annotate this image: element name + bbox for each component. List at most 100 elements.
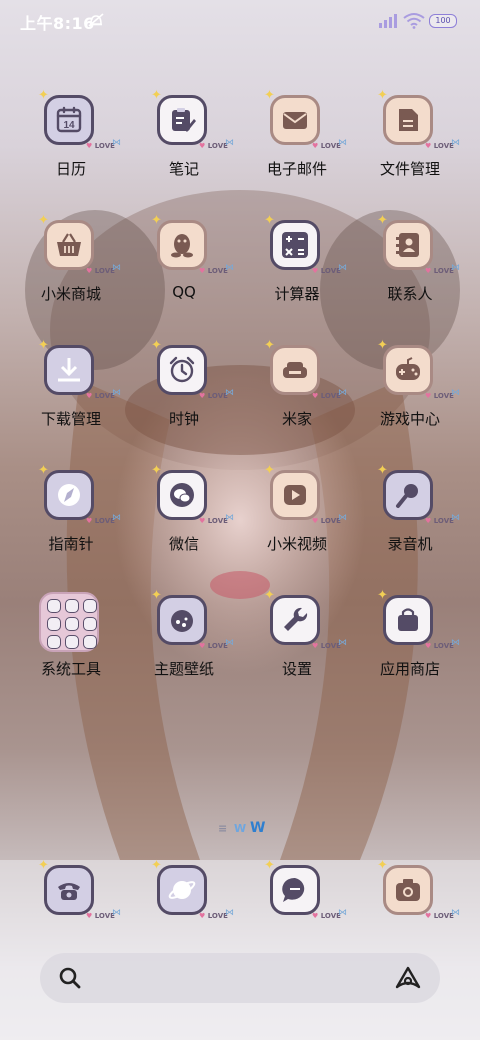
battery-icon: 100 [429, 14, 457, 28]
love-badge: ♥ LOVE [425, 912, 454, 920]
love-badge: ♥ LOVE [199, 392, 228, 400]
app-gamepad[interactable]: ✦ ♥ LOVE ⋈ 游戏中心 [355, 338, 465, 448]
page-indicator-lines: ≡ [218, 822, 228, 835]
love-badge: ♥ LOVE [425, 267, 454, 275]
search-bar[interactable] [40, 953, 440, 1003]
alarm-clock-icon [157, 345, 207, 395]
app-wechat[interactable]: ✦ ♥ LOVE ⋈ 微信 [129, 463, 239, 573]
folder-mini-app [65, 635, 79, 649]
page-indicator[interactable]: ≡ W W [218, 820, 268, 836]
app-label: 录音机 [387, 535, 433, 553]
folder-mini-app [47, 635, 61, 649]
app-label: 应用商店 [379, 660, 440, 678]
bow-icon: ⋈ [451, 513, 460, 523]
app-shopping-basket[interactable]: ✦ ♥ LOVE ⋈ 小米商城 [16, 213, 126, 323]
contacts-icon [383, 220, 433, 270]
calculator-icon [270, 220, 320, 270]
app-microphone[interactable]: ✦ ♥ LOVE ⋈ 录音机 [355, 463, 465, 573]
sparkle-icon: ✦ [38, 858, 49, 873]
sparkle-icon: ✦ [151, 213, 162, 228]
app-calendar[interactable]: 14 ✦ ♥ LOVE ⋈ 日历 [16, 88, 126, 198]
bow-icon: ⋈ [451, 388, 460, 398]
phone-icon [44, 865, 94, 915]
page-indicator-dot: W [234, 822, 247, 835]
browser-planet-icon [157, 865, 207, 915]
bow-icon: ⋈ [338, 513, 347, 523]
microphone-icon [383, 470, 433, 520]
video-play-icon [270, 470, 320, 520]
wrench-icon [270, 595, 320, 645]
love-badge: ♥ LOVE [199, 142, 228, 150]
app-alarm-clock[interactable]: ✦ ♥ LOVE ⋈ 时钟 [129, 338, 239, 448]
app-mail[interactable]: ✦ ♥ LOVE ⋈ 电子邮件 [242, 88, 352, 198]
love-badge: ♥ LOVE [425, 642, 454, 650]
love-badge: ♥ LOVE [86, 392, 115, 400]
bow-icon: ⋈ [112, 263, 121, 273]
sparkle-icon: ✦ [377, 88, 388, 103]
bow-icon: ⋈ [225, 138, 234, 148]
compass-icon [44, 470, 94, 520]
folder-icon [39, 592, 99, 652]
app-contacts[interactable]: ✦ ♥ LOVE ⋈ 联系人 [355, 213, 465, 323]
dock-phone[interactable]: ✦ ♥ LOVE ⋈ [16, 858, 126, 968]
sparkle-icon: ✦ [377, 858, 388, 873]
bow-icon: ⋈ [451, 138, 460, 148]
app-label: 时钟 [168, 410, 199, 428]
app-download[interactable]: ✦ ♥ LOVE ⋈ 下载管理 [16, 338, 126, 448]
assistant-icon[interactable] [394, 965, 422, 991]
camera-icon [383, 865, 433, 915]
love-badge: ♥ LOVE [199, 517, 228, 525]
app-theme[interactable]: ✦ ♥ LOVE ⋈ 主题壁纸 [129, 588, 239, 698]
mail-icon [270, 95, 320, 145]
dock-messages[interactable]: ✦ ♥ LOVE ⋈ [242, 858, 352, 968]
app-label: 电子邮件 [266, 160, 327, 178]
app-label: 下载管理 [40, 410, 101, 428]
app-compass[interactable]: ✦ ♥ LOVE ⋈ 指南针 [16, 463, 126, 573]
bow-icon: ⋈ [112, 388, 121, 398]
sparkle-icon: ✦ [151, 338, 162, 353]
app-video-play[interactable]: ✦ ♥ LOVE ⋈ 小米视频 [242, 463, 352, 573]
app-label: 系统工具 [40, 660, 101, 678]
sparkle-icon: ✦ [264, 588, 275, 603]
bow-icon: ⋈ [338, 908, 347, 918]
bow-icon: ⋈ [225, 263, 234, 273]
bow-icon: ⋈ [112, 908, 121, 918]
app-sofa[interactable]: ✦ ♥ LOVE ⋈ 米家 [242, 338, 352, 448]
app-label: 游戏中心 [379, 410, 440, 428]
love-badge: ♥ LOVE [86, 267, 115, 275]
bow-icon: ⋈ [451, 263, 460, 273]
bow-icon: ⋈ [338, 388, 347, 398]
folder-mini-app [65, 599, 79, 613]
calendar-day: 14 [63, 120, 75, 131]
app-qq-penguin[interactable]: ✦ ♥ LOVE ⋈ QQ [129, 213, 239, 323]
app-wrench[interactable]: ✦ ♥ LOVE ⋈ 设置 [242, 588, 352, 698]
bow-icon: ⋈ [451, 638, 460, 648]
bow-icon: ⋈ [112, 138, 121, 148]
shopping-bag-icon [383, 595, 433, 645]
search-icon[interactable] [57, 965, 83, 991]
app-file-manager[interactable]: ✦ ♥ LOVE ⋈ 文件管理 [355, 88, 465, 198]
app-folder[interactable]: 系统工具 [16, 588, 126, 698]
app-label: 小米视频 [266, 535, 327, 553]
love-badge: ♥ LOVE [86, 142, 115, 150]
bow-icon: ⋈ [225, 908, 234, 918]
sparkle-icon: ✦ [264, 338, 275, 353]
dock-browser-planet[interactable]: ✦ ♥ LOVE ⋈ [129, 858, 239, 968]
app-notes[interactable]: ✦ ♥ LOVE ⋈ 笔记 [129, 88, 239, 198]
messages-icon [270, 865, 320, 915]
sparkle-icon: ✦ [151, 588, 162, 603]
app-label: 笔记 [168, 160, 199, 178]
sparkle-icon: ✦ [151, 88, 162, 103]
love-badge: ♥ LOVE [86, 912, 115, 920]
app-calculator[interactable]: ✦ ♥ LOVE ⋈ 计算器 [242, 213, 352, 323]
app-shopping-bag[interactable]: ✦ ♥ LOVE ⋈ 应用商店 [355, 588, 465, 698]
file-manager-icon [383, 95, 433, 145]
theme-icon [157, 595, 207, 645]
folder-mini-app [47, 617, 61, 631]
wechat-icon [157, 470, 207, 520]
sparkle-icon: ✦ [151, 463, 162, 478]
folder-mini-app [47, 599, 61, 613]
app-label: 联系人 [387, 285, 433, 303]
dock-camera[interactable]: ✦ ♥ LOVE ⋈ [355, 858, 465, 968]
bow-icon: ⋈ [225, 638, 234, 648]
